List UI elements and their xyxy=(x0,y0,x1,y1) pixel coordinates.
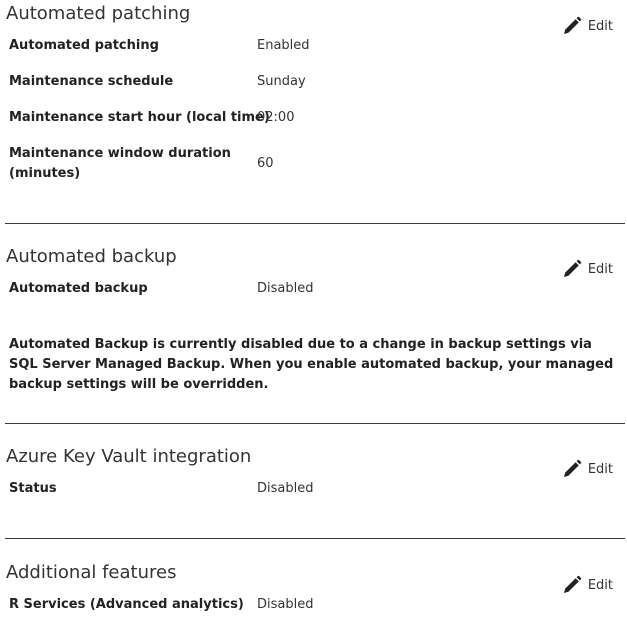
pencil-icon xyxy=(562,16,582,36)
setting-value: Disabled xyxy=(257,597,314,612)
edit-backup-button[interactable]: Edit xyxy=(562,259,613,279)
setting-label: Maintenance window duration (minutes) xyxy=(9,146,231,181)
setting-label: R Services (Advanced analytics) xyxy=(9,597,244,612)
section-divider xyxy=(5,223,625,224)
section-title: Additional features xyxy=(6,562,177,583)
setting-label: Automated patching xyxy=(9,38,159,53)
edit-patching-button[interactable]: Edit xyxy=(562,16,613,36)
edit-keyvault-button[interactable]: Edit xyxy=(562,459,613,479)
section-title: Automated backup xyxy=(6,246,177,267)
setting-value: Sunday xyxy=(257,74,306,89)
pencil-icon xyxy=(562,459,582,479)
section-title: Automated patching xyxy=(6,3,191,24)
edit-label: Edit xyxy=(587,577,613,593)
edit-label: Edit xyxy=(587,461,613,477)
setting-value: 60 xyxy=(257,156,274,171)
setting-value: Disabled xyxy=(257,481,314,496)
setting-value: 02:00 xyxy=(257,110,295,125)
pencil-icon xyxy=(562,259,582,279)
setting-value: Enabled xyxy=(257,38,310,53)
pencil-icon xyxy=(562,575,582,595)
edit-label: Edit xyxy=(587,261,613,277)
setting-value: Disabled xyxy=(257,281,314,296)
edit-label: Edit xyxy=(587,18,613,34)
section-divider xyxy=(5,538,625,539)
setting-label: Maintenance start hour (local time) xyxy=(9,110,270,125)
setting-label: Automated backup xyxy=(9,281,148,296)
section-title: Azure Key Vault integration xyxy=(6,446,252,467)
setting-label: Maintenance schedule xyxy=(9,74,174,89)
section-divider xyxy=(5,423,625,424)
edit-additional-button[interactable]: Edit xyxy=(562,575,613,595)
backup-warning-text: Automated Backup is currently disabled d… xyxy=(9,337,614,392)
setting-label: Status xyxy=(9,481,57,496)
